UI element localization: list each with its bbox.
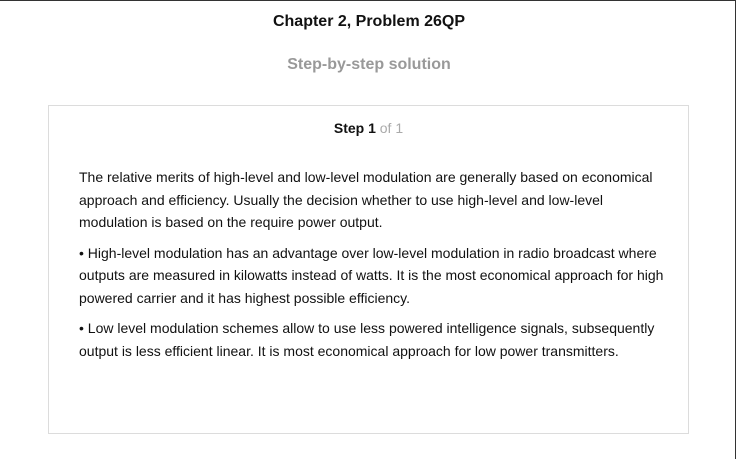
solution-subtitle: Step-by-step solution bbox=[287, 56, 451, 73]
step-label: Step 1 bbox=[333, 120, 376, 136]
solution-bullet: • High-level modulation has an advantage… bbox=[79, 244, 664, 306]
solution-content: The relative merits of high-level and lo… bbox=[79, 166, 664, 370]
solution-bullet: • Low level modulation schemes allow to … bbox=[79, 320, 655, 359]
step-count: of 1 bbox=[379, 120, 404, 136]
step-header: Step 1 of 1 bbox=[49, 120, 688, 136]
solution-card: Step 1 of 1 The relative merits of high-… bbox=[48, 105, 689, 434]
solution-paragraph: The relative merits of high-level and lo… bbox=[79, 169, 653, 230]
page-title: Chapter 2, Problem 26QP bbox=[272, 13, 466, 30]
